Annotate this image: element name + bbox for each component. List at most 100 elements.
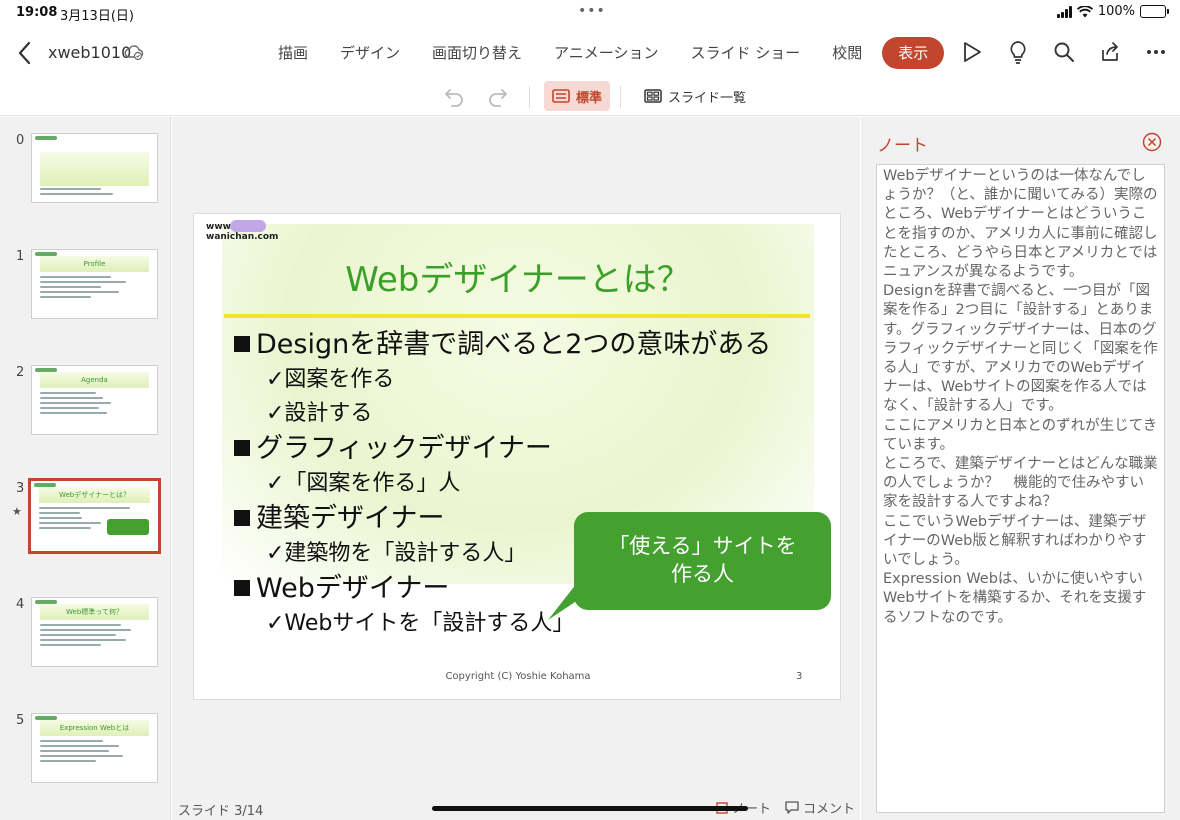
back-chevron-icon[interactable] [14,40,36,66]
slide-logo: www. wanichan.com [206,220,279,242]
tab-review[interactable]: 校閲 [816,37,878,69]
thumbnail-number: 3 [16,481,25,496]
notes-paragraph: Webデザイナーというのは一体なんでしょうか？（と、誰かに聞いてみる）実際のとこ… [883,168,1158,281]
tab-animations[interactable]: アニメーション [538,37,674,69]
status-right: 100% [1056,4,1169,19]
undo-icon[interactable] [442,84,466,108]
normal-view-button[interactable]: 標準 [544,81,611,111]
thumbnail-title: Expression Webとは [40,720,149,736]
search-icon[interactable] [1050,36,1078,68]
wifi-icon [1076,5,1093,17]
tab-transitions[interactable]: 画面切り替え [416,37,538,69]
slide-counter: スライド 3/14 [178,804,264,819]
notes-text-area[interactable]: Webデザイナーというのは一体なんでしょうか？（と、誰かに聞いてみる）実際のとこ… [876,164,1165,813]
thumbnail-title: Web標準って何？ [40,604,149,620]
thumbnail-title [40,152,149,186]
slide-page-number: 3 [796,671,803,682]
thumbnail-number: 4 [16,597,25,612]
notes-paragraph: ここにアメリカと日本とのずれが生じてきています。 [883,417,1158,453]
toolbar-separator [620,86,621,108]
thumbnail-title: Webデザイナーとは？ [39,487,150,503]
bullet-text: グラフィックデザイナー [256,433,552,464]
normal-view-icon [552,89,570,103]
thumbnail-number: 1 [16,249,25,264]
slide-thumbnail-pane: 0 1 Profile 2 Agenda 3 ★ Webデザイナーとは？ 4 W… [0,117,171,820]
cellular-signal-icon [1056,5,1072,18]
square-bullet-icon [234,440,250,456]
thumbnail-preview: Profile [31,249,158,319]
header-actions [958,36,1170,68]
lightbulb-icon[interactable] [1004,36,1032,68]
share-icon[interactable] [1096,36,1124,68]
comments-label: コメント [803,802,856,817]
app-header: xweb1010 描画 デザイン 画面切り替え アニメーション スライド ショー… [0,30,1180,76]
thumbnail-preview: Web標準って何？ [31,597,158,667]
battery-percent: 100% [1097,4,1135,19]
bullet-level1: グラフィックデザイナー [234,431,834,467]
bullet-level2: ✓図案を作る [266,367,395,392]
bullet-text: Designを辞書で調べると2つの意味がある [256,329,772,360]
more-icon[interactable] [1142,36,1170,68]
view-toolbar: 標準 スライド一覧 [0,78,1180,116]
status-bar: 19:08 3月13日(日) ••• 100% [0,0,1180,26]
thumbnail-preview: Webデザイナーとは？ [28,478,161,554]
speech-callout[interactable]: 「使える」サイトを 作る人 [574,512,831,610]
ribbon-tabs: 描画 デザイン 画面切り替え アニメーション スライド ショー 校閲 表示 [262,37,945,69]
square-bullet-icon [234,336,250,352]
thumbnail-number: 5 [16,713,25,728]
notes-pane-title: ノート [877,136,928,156]
cloud-sync-icon[interactable] [124,42,144,62]
thumbnail-number: 2 [16,365,25,380]
slide-footer: Copyright (C) Yoshie Kohama [445,671,591,682]
bullet-text: 建築デザイナー [256,503,445,534]
thumbnail-preview [31,133,158,203]
thumbnail-preview: Agenda [31,365,158,435]
animation-star-icon: ★ [12,505,22,518]
close-icon[interactable] [1142,132,1162,152]
thumbnail-number: 0 [16,133,25,148]
status-date: 3月13日(日) [60,9,134,24]
comment-icon [785,801,799,814]
title-underline [224,314,810,318]
bullet-text: Webデザイナー [256,573,450,604]
document-title[interactable]: xweb1010 [48,43,131,62]
tab-draw[interactable]: 描画 [262,37,324,69]
notes-paragraph: ところで、建築デザイナーとはどんな職業の人でしょうか？ 機能的で住みやすい家を設… [883,456,1158,511]
square-bullet-icon [234,580,250,596]
comments-button[interactable]: コメント [785,798,855,817]
bullet-level2: ✓「図案を作る」人 [266,471,461,496]
slide-sorter-icon [644,89,662,103]
redo-icon[interactable] [486,84,510,108]
bullet-level2: ✓設計する [266,401,373,426]
status-time: 19:08 [16,5,58,20]
bullet-level2: ✓Webサイトを「設計する人」 [266,611,575,636]
multitasking-dots-icon[interactable]: ••• [578,3,606,19]
tab-design[interactable]: デザイン [324,37,416,69]
thumbnail-callout [107,519,149,535]
slide-canvas[interactable]: www. wanichan.com Webデザイナーとは？ Designを辞書で… [193,213,841,700]
callout-text-line2: 作る人 [671,562,734,586]
tab-slide-show[interactable]: スライド ショー [674,37,816,69]
slide-sorter-label: スライド一覧 [668,90,747,106]
thumbnail-title: Agenda [40,372,149,388]
thumbnail-preview: Expression Webとは [31,713,158,783]
square-bullet-icon [234,510,250,526]
bullet-level1: Designを辞書で調べると2つの意味がある [234,327,834,363]
notes-paragraph: Expression Webは、いかに使いやすいWebサイトを構築するか、それを… [883,571,1147,626]
notes-paragraph: ここでいうWebデザイナーは、建築デザイナーのWeb版と解釈すればわかりやすいで… [883,513,1147,569]
logo-text-line2: wanichan.com [206,232,279,242]
home-indicator[interactable] [432,806,748,811]
play-icon[interactable] [958,36,986,68]
toolbar-separator [529,86,530,108]
notes-pane: ノート Webデザイナーというのは一体なんでしょうか？（と、誰かに聞いてみる）実… [861,117,1180,820]
normal-view-label: 標準 [576,90,603,106]
tab-view[interactable]: 表示 [882,37,945,69]
thumbnail-title: Profile [40,256,149,272]
slide-sorter-button[interactable]: スライド一覧 [638,81,752,111]
notes-paragraph: Designを辞書で調べると、一つ目が「図案を作る」2つ目に「設計する」とありま… [883,283,1158,415]
slide-title[interactable]: Webデザイナーとは？ [194,252,840,301]
battery-icon [1140,5,1169,18]
callout-text-line1: 「使える」サイトを [608,534,797,558]
slide-editor: www. wanichan.com Webデザイナーとは？ Designを辞書で… [172,117,860,820]
logo-shape-icon [230,220,266,232]
